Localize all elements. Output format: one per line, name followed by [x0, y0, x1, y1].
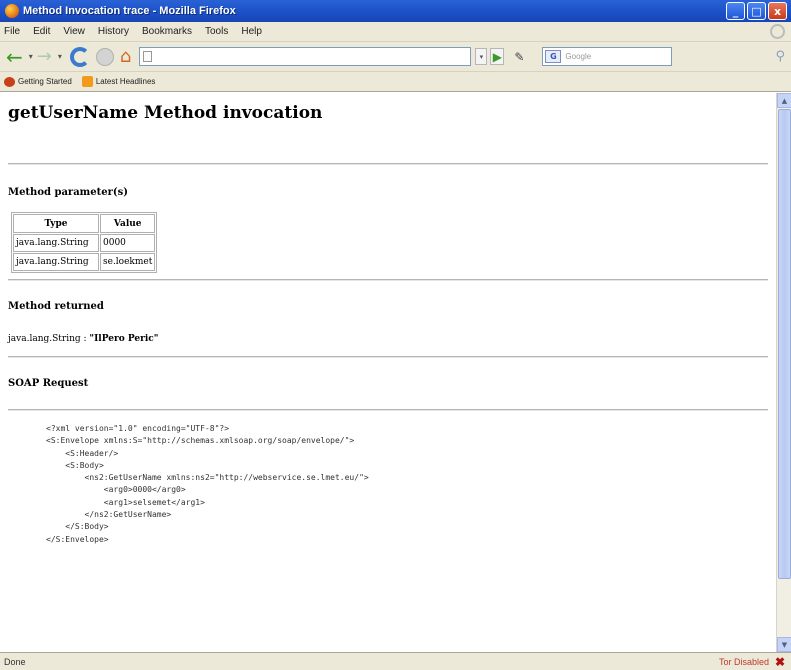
url-controls: ▾ ▶: [475, 48, 505, 65]
go-button[interactable]: ▶: [490, 48, 505, 65]
returned-heading: Method returned: [8, 301, 104, 312]
returned-value: "IlPero Peric": [89, 334, 159, 344]
divider: [8, 356, 768, 358]
search-box[interactable]: G Google: [542, 47, 673, 66]
bookmark-latest-headlines[interactable]: Latest Headlines: [81, 76, 156, 87]
menu-bar: File Edit View History Bookmarks Tools H…: [0, 22, 791, 42]
menu-help[interactable]: Help: [241, 26, 262, 37]
soap-heading: SOAP Request: [8, 378, 89, 389]
menu-history[interactable]: History: [98, 26, 129, 37]
xml-line: <arg0>0000</arg0>: [46, 485, 186, 495]
divider: [8, 409, 768, 411]
url-bar[interactable]: [139, 47, 472, 66]
forward-button[interactable]: →: [37, 46, 52, 67]
menu-edit[interactable]: Edit: [33, 26, 50, 37]
page-content: getUserName Method invocation Method par…: [0, 93, 776, 652]
url-dropdown-icon[interactable]: ▾: [475, 48, 488, 65]
xml-line: </S:Envelope>: [46, 534, 109, 544]
minimize-button[interactable]: _: [726, 2, 745, 20]
xml-line: <S:Header/>: [46, 448, 119, 458]
menu-file[interactable]: File: [4, 26, 20, 37]
params-table: Type Value java.lang.String 0000 java.la…: [11, 212, 158, 273]
rss-icon: [81, 76, 93, 87]
firefox-bookmark-icon: [4, 76, 15, 87]
table-header-type: Type: [13, 214, 99, 233]
forward-history-icon[interactable]: ▾: [58, 52, 62, 61]
xml-line: <?xml version="1.0" encoding="UTF-8"?>: [46, 424, 230, 433]
xml-line: <arg1>selsemet</arg1>: [46, 497, 205, 507]
xml-line: <ns2:GetUserName xmlns:ns2="http://webse…: [46, 473, 369, 483]
soap-request-xml: <?xml version="1.0" encoding="UTF-8"?> <…: [46, 423, 776, 546]
table-header-value: Value: [100, 214, 156, 233]
firefox-icon: [5, 4, 19, 18]
search-icon[interactable]: ⚲: [775, 49, 785, 64]
stop-button[interactable]: [95, 47, 114, 66]
returned-value-line: java.lang.String : "IlPero Peric": [8, 334, 776, 344]
xml-line: </S:Body>: [46, 522, 109, 532]
throbber-icon: [770, 24, 785, 39]
param-value-cell: 0000: [100, 234, 156, 252]
close-button[interactable]: x: [768, 2, 787, 20]
tor-icon[interactable]: ✖: [775, 655, 785, 669]
window-title: Method Invocation trace - Mozilla Firefo…: [23, 5, 236, 17]
home-button[interactable]: ⌂: [120, 46, 131, 67]
bookmarks-toolbar: Getting Started Latest Headlines: [0, 72, 791, 92]
divider: [8, 279, 768, 281]
menu-view[interactable]: View: [63, 26, 85, 37]
search-input[interactable]: Google: [565, 52, 591, 61]
maximize-button[interactable]: □: [747, 2, 766, 20]
table-header-row: Type Value: [13, 214, 156, 233]
bookmark-getting-started[interactable]: Getting Started: [4, 76, 72, 87]
status-text: Done: [4, 656, 26, 667]
table-row: java.lang.String 0000: [13, 234, 156, 252]
xml-line: <S:Body>: [46, 460, 104, 470]
back-button[interactable]: ←: [6, 45, 23, 69]
bookmark-label: Latest Headlines: [95, 77, 156, 86]
scrollbar-thumb[interactable]: [778, 109, 791, 579]
divider: [8, 163, 768, 165]
window-controls: _ □ x: [726, 2, 787, 20]
reload-button[interactable]: [69, 46, 90, 67]
tor-status[interactable]: Tor Disabled: [719, 657, 769, 667]
status-bar: Done Tor Disabled ✖: [0, 652, 791, 670]
bookmark-label: Getting Started: [18, 77, 72, 86]
table-row: java.lang.String se.loekmet: [13, 253, 156, 271]
vertical-scrollbar[interactable]: ▲ ▼: [776, 93, 791, 652]
back-history-icon[interactable]: ▾: [29, 52, 33, 61]
param-type-cell: java.lang.String: [13, 234, 99, 252]
params-heading: Method parameter(s): [8, 187, 128, 198]
scroll-up-icon[interactable]: ▲: [777, 93, 791, 108]
page-title: getUserName Method invocation: [8, 103, 323, 123]
returned-type: java.lang.String :: [8, 334, 90, 344]
navigation-toolbar: ← ▾ → ▾ ⌂ ▾ ▶ ✎ G Google ⚲: [0, 42, 791, 72]
param-type-cell: java.lang.String: [13, 253, 99, 271]
param-value-cell: se.loekmet: [100, 253, 156, 271]
page-icon: [143, 51, 153, 62]
menu-bookmarks[interactable]: Bookmarks: [142, 26, 192, 37]
noscript-icon[interactable]: ✎: [514, 50, 524, 64]
menu-tools[interactable]: Tools: [205, 26, 228, 37]
search-engine-icon[interactable]: G: [545, 50, 562, 63]
xml-line: <S:Envelope xmlns:S="http://schemas.xmls…: [46, 436, 355, 446]
window-titlebar[interactable]: Method Invocation trace - Mozilla Firefo…: [0, 0, 791, 22]
scroll-down-icon[interactable]: ▼: [777, 637, 791, 652]
xml-line: </ns2:GetUserName>: [46, 510, 172, 520]
